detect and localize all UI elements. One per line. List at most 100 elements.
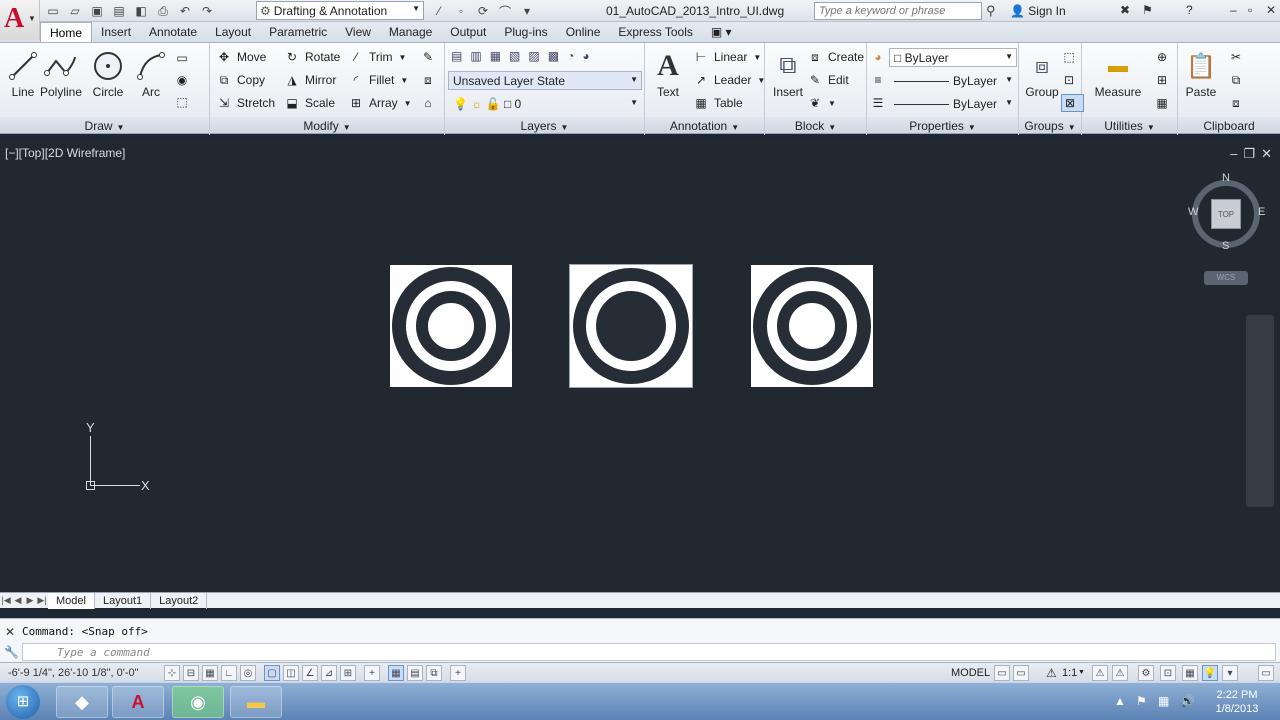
workspace-menu-icon[interactable]: ▾ <box>518 3 536 19</box>
lineweight-select[interactable]: ByLayer ▼ <box>889 71 1017 90</box>
rectangle-tool[interactable]: ▭ <box>174 49 195 67</box>
linetype-tool[interactable]: ☰ <box>870 94 891 112</box>
annotation-panel-title[interactable]: Annotation ▼ <box>645 117 764 133</box>
tab-view[interactable]: View <box>336 22 380 42</box>
target-block-2[interactable] <box>569 264 693 388</box>
quick-properties-toggle[interactable]: ▤ <box>407 665 423 681</box>
paste-tool[interactable]: 📋 Paste <box>1178 49 1224 100</box>
mirror-tool[interactable]: ◮ Mirror <box>284 71 336 89</box>
layer-match-icon[interactable]: ▥ <box>470 49 481 63</box>
calculator-tool[interactable]: ▦ <box>1154 94 1175 112</box>
undo-all-icon[interactable]: ◧ <box>132 3 150 19</box>
open-icon[interactable]: ▱ <box>66 3 84 19</box>
offset-tool[interactable]: ⌂ <box>420 94 441 112</box>
arc-tool[interactable]: Arc <box>128 49 174 99</box>
workspace-switching-button[interactable]: ⚙ <box>1138 665 1154 681</box>
select-all-tool[interactable]: ⊞ <box>1154 71 1175 89</box>
viewcube-south[interactable]: S <box>1222 240 1229 252</box>
lineweight-toggle[interactable]: + <box>364 665 380 681</box>
quick-select-tool[interactable]: ⊕ <box>1154 48 1175 66</box>
next-layout-icon[interactable]: ▶ <box>24 595 36 606</box>
block-panel-title[interactable]: Block ▼ <box>765 117 866 133</box>
region-tool[interactable]: ⬚ <box>174 93 195 111</box>
leader-tool[interactable]: ↗ Leader ▼ <box>693 71 765 89</box>
group-tool[interactable]: ⧈ Group <box>1019 49 1065 99</box>
previous-layout-icon[interactable]: ◀ <box>12 595 24 606</box>
tab-parametric[interactable]: Parametric <box>260 22 336 42</box>
3dosnap-toggle[interactable]: ◫ <box>283 665 299 681</box>
taskbar-app-explorer[interactable]: ▬ <box>230 686 282 718</box>
insert-tool[interactable]: ⧉ Insert <box>765 49 811 99</box>
polar-toggle[interactable]: ◎ <box>240 665 256 681</box>
fillet-tool[interactable]: ◜ Fillet ▼ <box>348 71 409 89</box>
close-icon[interactable]: ✕ <box>1261 146 1272 162</box>
match-properties-tool[interactable]: ◕ <box>870 48 891 66</box>
group-selection-toggle[interactable]: ⊠ <box>1061 94 1084 112</box>
tab-annotate[interactable]: Annotate <box>140 22 206 42</box>
linear-dimension-tool[interactable]: ⊢ Linear ▼ <box>693 48 762 66</box>
layers-panel-title[interactable]: Layers ▼ <box>445 117 644 133</box>
infer-constraints-toggle[interactable]: ⊹ <box>164 665 180 681</box>
snap-toggle[interactable]: ⊟ <box>183 665 199 681</box>
new-icon[interactable]: ▭ <box>44 3 62 19</box>
grid-toggle[interactable]: ▦ <box>202 665 218 681</box>
viewcube-east[interactable]: E <box>1258 206 1265 218</box>
explode-tool[interactable]: ⧈ <box>420 71 441 89</box>
flag-icon[interactable]: ⚑ <box>1136 694 1147 708</box>
search-input[interactable]: Type a keyword or phrase <box>814 2 982 20</box>
brush-icon[interactable]: ⌒ <box>496 3 514 19</box>
network-icon[interactable]: ▦ <box>1158 694 1169 708</box>
application-menu-button[interactable]: A ▼ <box>0 0 40 40</box>
group-edit-tool[interactable]: ⊡ <box>1061 71 1082 89</box>
viewport-controls-label[interactable]: [−][Top][2D Wireframe] <box>5 146 125 160</box>
drawing-viewport[interactable]: [−][Top][2D Wireframe] – ❐ ✕ TOP N S W E… <box>0 140 1280 592</box>
refresh-icon[interactable]: ⟳ <box>474 3 492 19</box>
help-icon[interactable]: ? <box>1186 3 1193 17</box>
properties-panel-title[interactable]: Properties ▼ <box>867 117 1018 133</box>
tab-express-tools[interactable]: Express Tools <box>609 22 701 42</box>
osnap-toggle[interactable]: ▢ <box>264 665 280 681</box>
ortho-toggle[interactable]: ∟ <box>221 665 237 681</box>
ducs-toggle[interactable]: ⊿ <box>321 665 337 681</box>
taskbar-app-camtasia[interactable]: ◆ <box>56 686 108 718</box>
maximize-icon[interactable]: ▫ <box>1248 3 1252 17</box>
viewcube-top-face[interactable]: TOP <box>1211 199 1241 229</box>
annotation-monitor-toggle[interactable]: + <box>450 665 466 681</box>
scale-tool[interactable]: ⬓ Scale <box>284 94 335 112</box>
restore-icon[interactable]: ❐ <box>1243 146 1255 162</box>
array-tool[interactable]: ⊞ Array ▼ <box>348 94 412 112</box>
tab-insert[interactable]: Insert <box>92 22 140 42</box>
ungroup-tool[interactable]: ⬚ <box>1061 48 1082 66</box>
taskbar-app-recorder[interactable]: ◉ <box>172 686 224 718</box>
tab-layout2[interactable]: Layout2 <box>151 592 208 609</box>
wrench-icon[interactable]: 🔧 <box>4 645 19 659</box>
circle-tool[interactable]: Circle <box>85 49 131 99</box>
show-hidden-icons[interactable]: ▲ <box>1114 694 1126 708</box>
redo-icon[interactable]: ↷ <box>198 3 216 19</box>
create-block-tool[interactable]: ⧈ Create <box>807 48 864 66</box>
cut-tool[interactable]: ✂ <box>1228 48 1249 66</box>
undo-icon[interactable]: ↶ <box>176 3 194 19</box>
tab-plug-ins[interactable]: Plug-ins <box>495 22 556 42</box>
layer-off-icon[interactable]: ▩ <box>548 49 559 63</box>
layer-isolate-icon[interactable]: ▧ <box>509 49 520 63</box>
edit-block-tool[interactable]: ✎ Edit <box>807 71 849 89</box>
lock-ui-button[interactable]: ⊡ <box>1160 665 1176 681</box>
layer-freeze-icon[interactable]: ▨ <box>528 49 539 63</box>
draw-panel-title[interactable]: Draw ▼ <box>0 117 209 133</box>
isolate-objects-button[interactable]: 💡 <box>1202 665 1218 681</box>
selection-cycling-toggle[interactable]: ⧉ <box>426 665 442 681</box>
trim-tool[interactable]: ⁄ Trim ▼ <box>348 48 406 66</box>
command-input[interactable]: Type a command <box>22 643 1276 661</box>
tab-home[interactable]: Home <box>40 22 93 42</box>
viewcube-north[interactable]: N <box>1222 172 1230 184</box>
chevron-down-icon[interactable]: ▼ <box>1078 669 1085 676</box>
coordinate-readout[interactable]: -6'-9 1/4", 26'-10 1/8", 0'-0" <box>8 667 139 679</box>
layer-select[interactable]: 💡 ☼ 🔓 □ 0 ▼ <box>448 94 642 113</box>
hardware-acceleration-button[interactable]: ▦ <box>1182 665 1198 681</box>
last-layout-icon[interactable]: ▶| <box>36 595 48 606</box>
close-icon[interactable]: ✕ <box>1266 3 1276 17</box>
model-space-button[interactable]: MODEL <box>951 667 990 679</box>
text-tool[interactable]: A Text <box>645 49 691 99</box>
modify-panel-title[interactable]: Modify ▼ <box>210 117 444 133</box>
